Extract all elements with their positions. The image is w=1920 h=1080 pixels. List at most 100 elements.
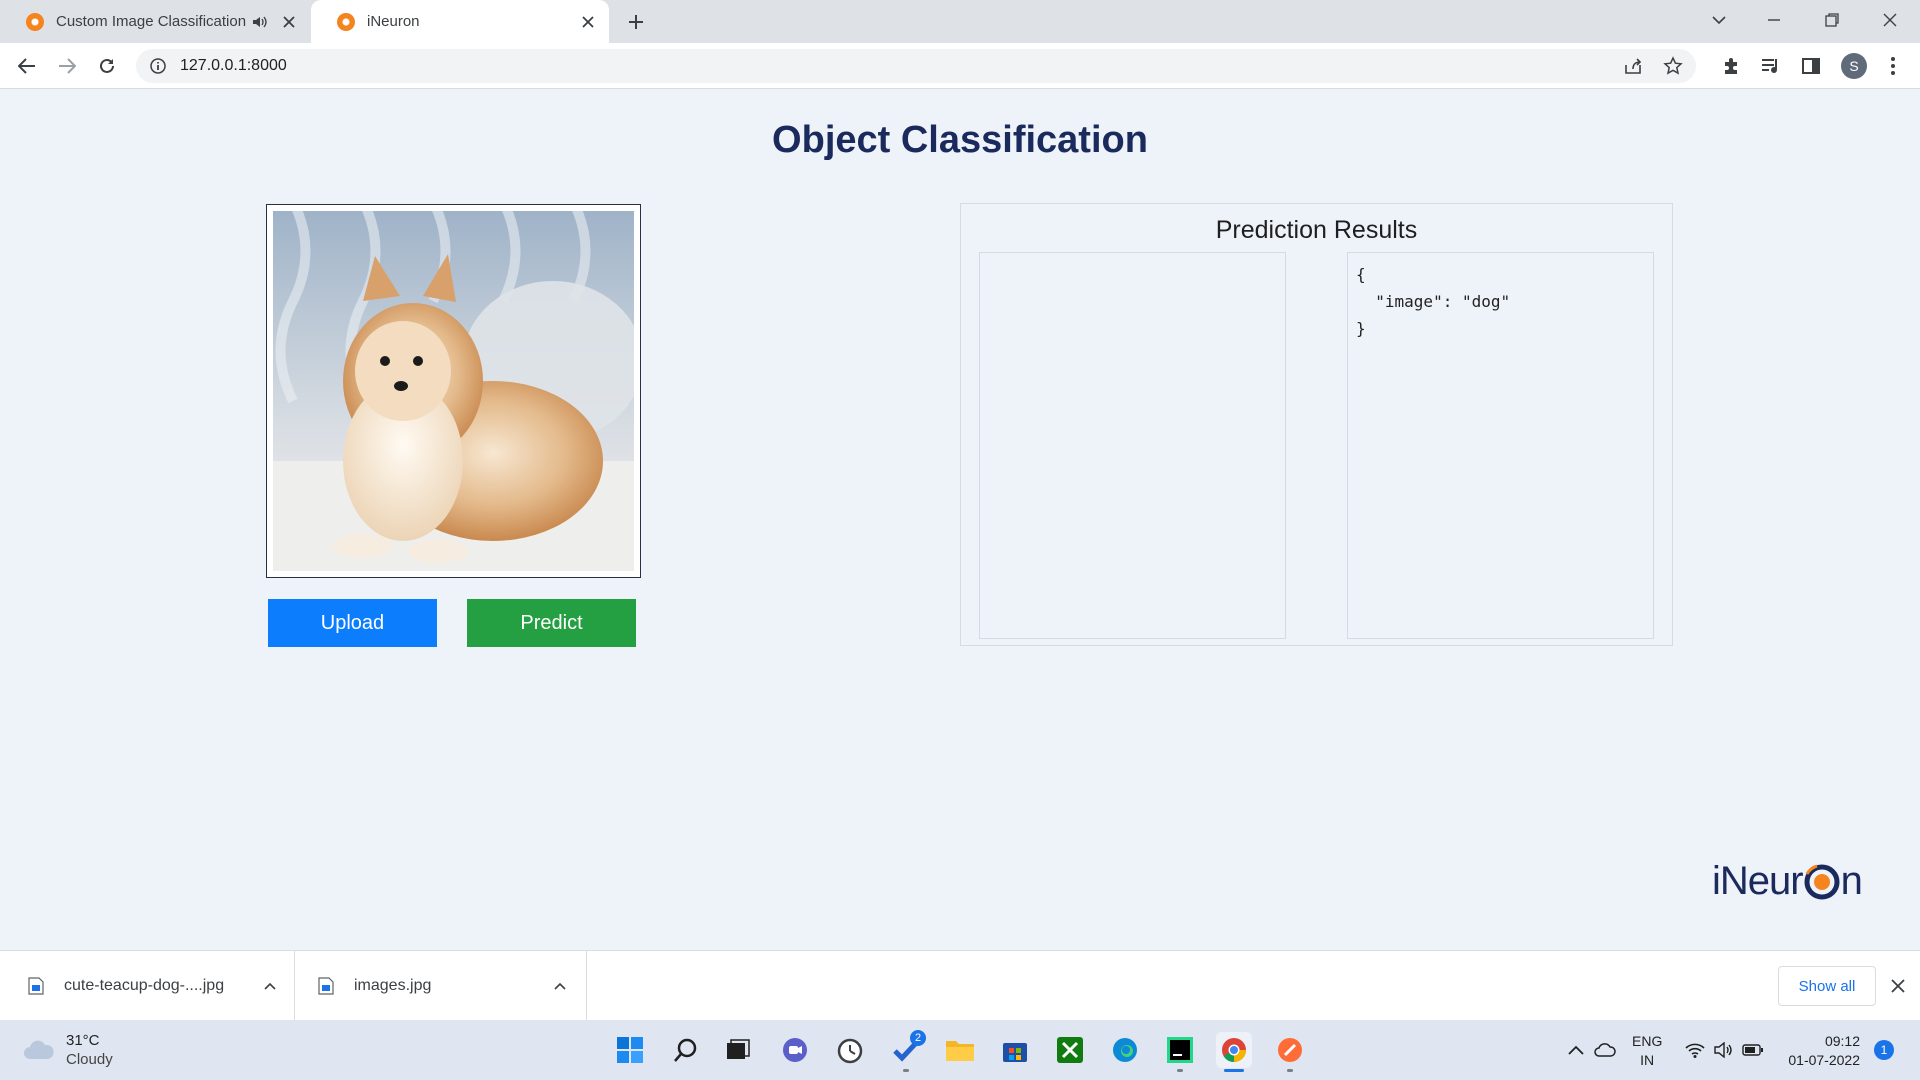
download-file-name: cute-teacup-dog-....jpg <box>64 977 225 994</box>
tab-title: Custom Image Classification <box>56 13 247 30</box>
image-file-icon <box>28 977 44 995</box>
weather-condition: Cloudy <box>66 1051 113 1068</box>
taskbar-search-button[interactable] <box>668 1032 704 1068</box>
restore-button[interactable] <box>1803 0 1861 40</box>
taskbar-app-clock[interactable] <box>832 1032 868 1068</box>
minimize-button[interactable] <box>1745 0 1803 40</box>
running-indicator <box>1287 1069 1293 1072</box>
taskbar-app-chrome[interactable] <box>1216 1032 1252 1072</box>
plus-icon <box>629 15 643 29</box>
language-code: ENG <box>1632 1033 1663 1049</box>
clock-app-icon <box>837 1038 863 1064</box>
back-button[interactable] <box>12 51 42 81</box>
new-tab-button[interactable] <box>622 8 650 36</box>
logo-text-right: n <box>1840 859 1863 903</box>
windows-taskbar: 31°C Cloudy 2 ENG IN 09:12 01-07-2022 1 <box>0 1020 1920 1080</box>
windows-start-icon <box>617 1037 643 1063</box>
predict-button[interactable]: Predict <box>467 599 636 647</box>
close-download-shelf-button[interactable] <box>1888 976 1908 996</box>
url-text[interactable]: 127.0.0.1:8000 <box>180 57 287 75</box>
postman-icon <box>1278 1038 1302 1062</box>
ineuron-favicon-icon <box>337 12 355 31</box>
download-shelf: cute-teacup-dog-....jpg images.jpg Show … <box>0 950 1920 1021</box>
result-image-box <box>979 252 1286 639</box>
speaker-icon[interactable] <box>252 15 268 29</box>
region-code: IN <box>1640 1052 1655 1068</box>
minimize-icon <box>1768 19 1780 21</box>
media-control-icon[interactable] <box>1759 54 1783 78</box>
arrow-left-icon <box>18 58 35 74</box>
battery-icon[interactable] <box>1742 1039 1764 1061</box>
reload-icon <box>100 58 114 73</box>
cloud-icon <box>24 1040 54 1059</box>
logo-text-left: iNeur <box>1712 859 1804 903</box>
chevron-up-icon[interactable] <box>554 982 566 990</box>
result-json-box: { "image": "dog" } <box>1347 252 1654 639</box>
reload-button[interactable] <box>92 51 122 81</box>
taskbar-app-chat[interactable] <box>777 1032 813 1068</box>
share-icon[interactable] <box>1622 55 1644 77</box>
results-title: Prediction Results <box>1215 216 1418 244</box>
close-window-button[interactable] <box>1861 0 1919 40</box>
prediction-results-panel: Prediction Results { "image": "dog" } <box>960 203 1673 646</box>
close-icon <box>1891 979 1905 993</box>
folder-icon <box>946 1041 974 1061</box>
tab-title: iNeuron <box>367 13 420 30</box>
tab-custom-image-classification[interactable]: Custom Image Classification <box>0 0 310 43</box>
ineuron-logo: iNeur n <box>1712 859 1863 904</box>
task-view-button[interactable] <box>720 1032 756 1068</box>
more-menu-icon[interactable] <box>1881 54 1905 78</box>
taskbar-app-postman[interactable] <box>1272 1032 1308 1072</box>
language-indicator[interactable]: ENG IN <box>1632 1032 1662 1070</box>
info-icon[interactable] <box>150 58 166 74</box>
running-indicator <box>903 1069 909 1072</box>
show-all-button[interactable]: Show all <box>1778 966 1876 1006</box>
bookmark-star-icon[interactable] <box>1662 55 1684 77</box>
clock-time: 09:12 <box>1824 1033 1860 1049</box>
xbox-icon <box>1057 1037 1083 1063</box>
chevron-up-icon[interactable] <box>264 982 276 990</box>
taskbar-app-store[interactable] <box>997 1032 1033 1068</box>
side-panel-icon[interactable] <box>1799 54 1823 78</box>
todo-badge: 2 <box>910 1030 926 1046</box>
taskbar-app-xbox[interactable] <box>1052 1032 1088 1068</box>
close-tab-icon[interactable] <box>581 15 595 29</box>
taskbar-app-file-explorer[interactable] <box>942 1032 978 1068</box>
weather-widget[interactable]: 31°C Cloudy <box>22 1031 113 1069</box>
tab-search-button[interactable] <box>1690 0 1748 40</box>
edge-icon <box>1113 1038 1137 1062</box>
download-file-name: images.jpg <box>354 977 432 994</box>
start-button[interactable] <box>612 1032 648 1068</box>
forward-button[interactable] <box>52 51 82 81</box>
download-item[interactable]: cute-teacup-dog-....jpg <box>0 951 295 1021</box>
weather-temperature: 31°C <box>66 1032 100 1049</box>
address-bar[interactable]: 127.0.0.1:8000 <box>136 49 1696 83</box>
browser-toolbar: 127.0.0.1:8000 S <box>0 43 1920 89</box>
close-icon <box>1883 13 1897 27</box>
system-clock[interactable]: 09:12 01-07-2022 <box>1780 1032 1860 1070</box>
onedrive-cloud-icon[interactable] <box>1594 1039 1616 1061</box>
arrow-right-icon <box>59 58 76 74</box>
page-title: Object Classification <box>772 119 1148 161</box>
extensions-icon[interactable] <box>1719 54 1743 78</box>
browser-tab-bar: Custom Image Classification iNeuron <box>0 0 1920 43</box>
running-indicator <box>1177 1069 1183 1072</box>
pycharm-icon <box>1167 1037 1193 1063</box>
close-tab-icon[interactable] <box>282 15 296 29</box>
volume-icon[interactable] <box>1713 1039 1735 1061</box>
show-hidden-icons-chevron-icon[interactable] <box>1565 1039 1587 1061</box>
wifi-icon[interactable] <box>1684 1039 1706 1061</box>
upload-button[interactable]: Upload <box>268 599 437 647</box>
download-item[interactable]: images.jpg <box>296 951 587 1021</box>
notification-badge[interactable]: 1 <box>1874 1040 1894 1060</box>
ineuron-favicon-icon <box>26 12 44 31</box>
taskbar-app-todo[interactable]: 2 <box>888 1030 926 1072</box>
taskbar-app-edge[interactable] <box>1107 1032 1143 1068</box>
chrome-icon <box>1222 1038 1246 1062</box>
taskbar-app-pycharm[interactable] <box>1162 1032 1198 1072</box>
image-file-icon <box>318 977 334 995</box>
teams-chat-icon <box>783 1038 807 1062</box>
profile-avatar[interactable]: S <box>1841 53 1867 79</box>
logo-o-icon <box>1804 864 1840 900</box>
tab-ineuron[interactable]: iNeuron <box>311 0 609 43</box>
